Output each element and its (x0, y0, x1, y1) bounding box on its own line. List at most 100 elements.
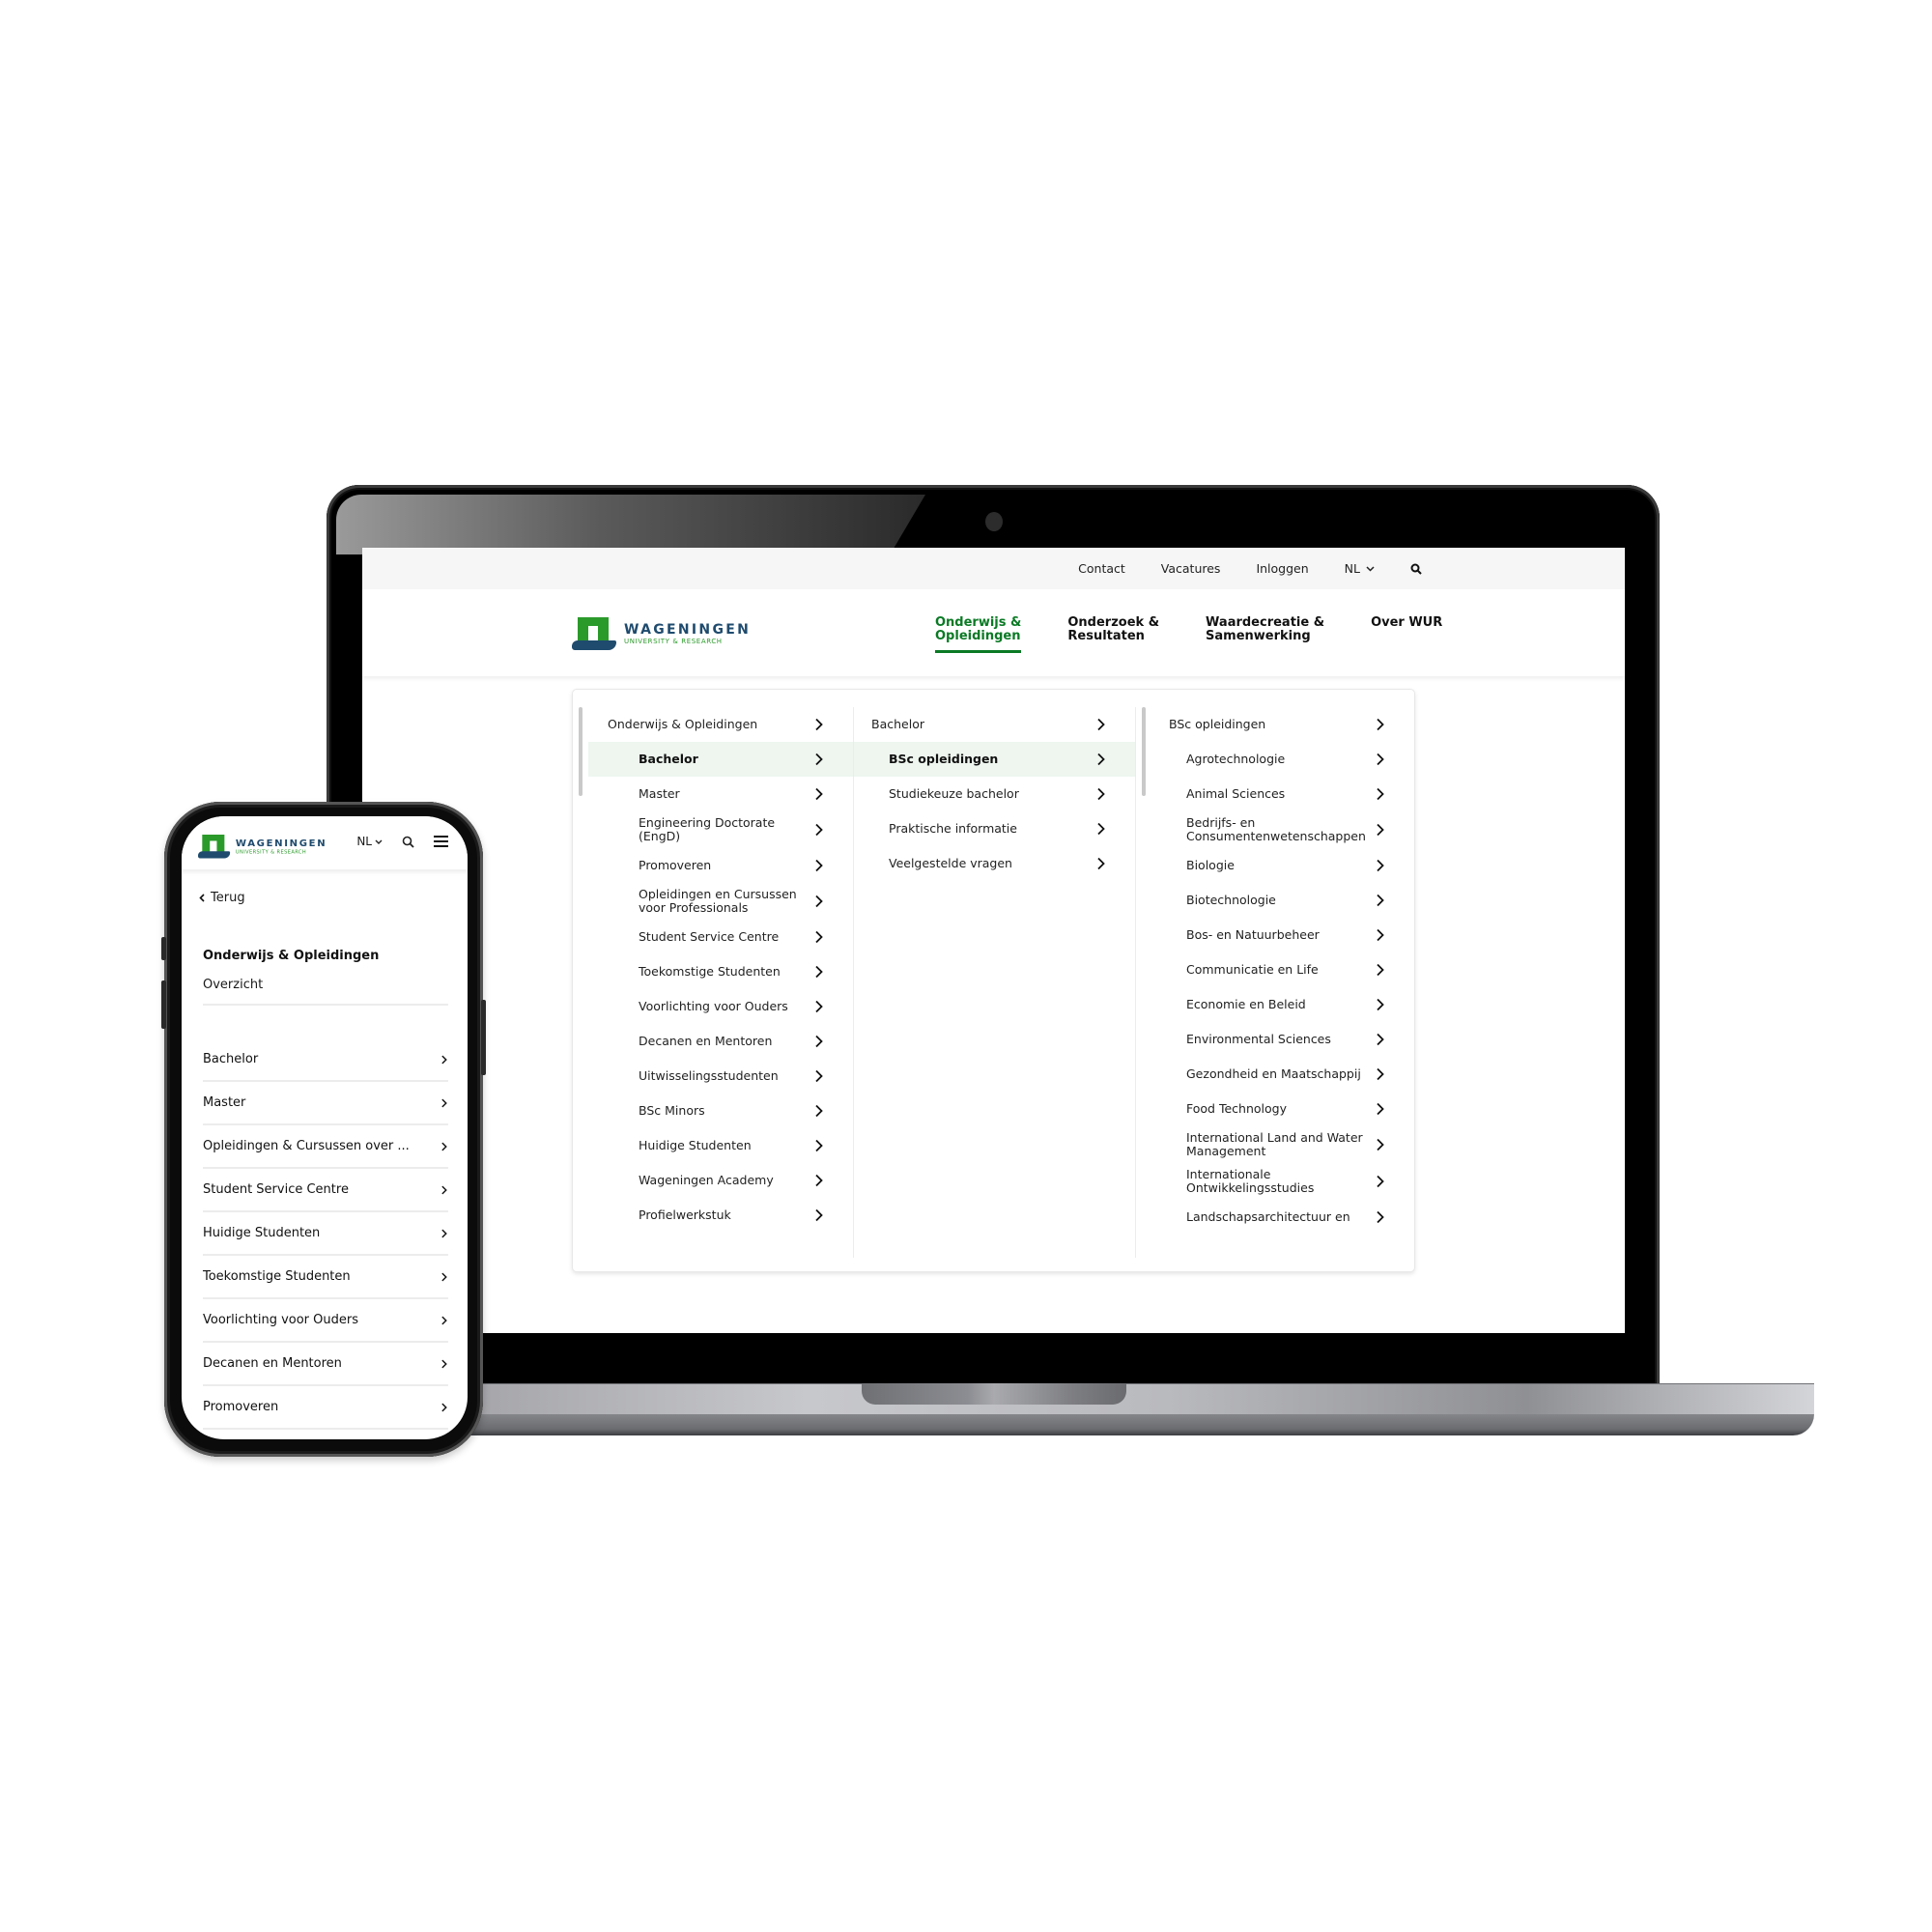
mega-menu-item[interactable]: Promoveren (588, 848, 853, 883)
mega-menu-item-label: Gezondheid en Maatschappij (1186, 1066, 1361, 1081)
mega-menu-item[interactable]: Decanen en Mentoren (588, 1024, 853, 1059)
overview-link[interactable]: Overzicht (203, 978, 448, 1006)
search-icon[interactable] (402, 836, 414, 848)
mega-menu-item-label: Bachelor (639, 752, 698, 766)
mega-menu-item[interactable]: BSc opleidingen (854, 742, 1135, 777)
nav-waardecreatie-samenwerking[interactable]: Waardecreatie & Samenwerking (1206, 616, 1324, 643)
mega-menu-item-label: Veelgestelde vragen (889, 856, 1012, 870)
mega-menu-item[interactable]: Biologie (1136, 848, 1414, 883)
mobile-website: WAGENINGEN UNIVERSITY & RESEARCH NL Teru… (182, 816, 468, 1439)
mega-menu-item[interactable]: Wageningen Academy (588, 1163, 853, 1198)
mega-menu-item[interactable]: Bos- en Natuurbeheer (1136, 918, 1414, 952)
mobile-menu-item[interactable]: Huidige Studenten (203, 1212, 448, 1256)
chevron-right-icon (815, 1174, 823, 1187)
mega-menu-item[interactable]: Praktische informatie (854, 811, 1135, 846)
wur-logo[interactable]: WAGENINGEN UNIVERSITY & RESEARCH (198, 835, 327, 860)
mega-menu-item[interactable]: Studiekeuze bachelor (854, 777, 1135, 811)
scrollbar[interactable] (1142, 707, 1146, 796)
mega-menu-item[interactable]: Student Service Centre (588, 920, 853, 954)
mega-menu-item[interactable]: Agrotechnologie (1136, 742, 1414, 777)
mega-menu-item-label: Biologie (1186, 858, 1235, 872)
main-nav: Onderwijs & Opleidingen Onderzoek & Resu… (935, 616, 1442, 653)
mega-menu-item-label: Economie en Beleid (1186, 997, 1306, 1011)
mega-menu-item[interactable]: Engineering Doctorate (EngD) (588, 811, 853, 848)
mobile-menu-item[interactable]: Master (203, 1082, 448, 1125)
mega-menu-item[interactable]: Communicatie en Life (1136, 952, 1414, 987)
mega-menu-item[interactable]: BSc Minors (588, 1094, 853, 1128)
chevron-right-icon (815, 787, 823, 801)
mega-menu-heading[interactable]: Onderwijs & Opleidingen (573, 707, 853, 742)
mega-menu-item[interactable]: Animal Sciences (1136, 777, 1414, 811)
chevron-right-icon (1097, 718, 1105, 731)
chevron-right-icon (441, 1229, 447, 1237)
mega-menu-item[interactable]: Huidige Studenten (588, 1128, 853, 1163)
scrollbar[interactable] (579, 707, 582, 796)
mega-menu-item[interactable]: Voorlichting voor Ouders (588, 989, 853, 1024)
mega-menu-item[interactable]: Uitwisselingsstudenten (588, 1059, 853, 1094)
language-label: NL (356, 835, 372, 848)
mobile-menu-item-label: Toekomstige Studenten (203, 1269, 351, 1284)
mega-menu-item-label: International Land and Water Management (1186, 1130, 1363, 1158)
mega-menu-item-label: Onderwijs & Opleidingen (608, 717, 758, 731)
mega-menu-item-label: Bos- en Natuurbeheer (1186, 927, 1320, 942)
utility-link-inloggen[interactable]: Inloggen (1256, 561, 1308, 576)
mobile-menu-item-label: Opleidingen & Cursussen over ... (203, 1139, 410, 1153)
mobile-menu-item[interactable]: Bachelor (203, 1038, 448, 1082)
utility-link-vacatures[interactable]: Vacatures (1161, 561, 1221, 576)
mega-menu-item[interactable]: Profielwerkstuk (588, 1198, 853, 1233)
mega-menu: Onderwijs & Opleidingen Bachelor Master Eng… (572, 689, 1415, 1272)
logo-tagline: UNIVERSITY & RESEARCH (624, 638, 723, 645)
mega-menu-item-label: Bachelor (871, 717, 924, 731)
mega-menu-item[interactable]: Food Technology (1136, 1092, 1414, 1126)
mega-menu-item[interactable]: International Land and Water Management (1136, 1126, 1414, 1163)
mobile-menu-item[interactable]: Promoveren (203, 1386, 448, 1430)
phone-device: WAGENINGEN UNIVERSITY & RESEARCH NL Teru… (161, 802, 486, 1457)
logo-wordmark: WAGENINGEN (235, 838, 327, 850)
utility-link-contact[interactable]: Contact (1078, 561, 1125, 576)
mega-menu-item[interactable]: Opleidingen en Cursussen voor Profession… (588, 883, 853, 920)
mobile-menu-item[interactable]: Toekomstige Studenten (203, 1256, 448, 1299)
search-icon[interactable] (1410, 563, 1422, 575)
language-selector[interactable]: NL (356, 835, 383, 848)
mega-menu-item[interactable]: Bedrijfs- en Consumentenwetenschappen (1136, 811, 1414, 848)
mega-menu-item[interactable]: Gezondheid en Maatschappij (1136, 1057, 1414, 1092)
mobile-menu-item[interactable]: Decanen en Mentoren (203, 1343, 448, 1386)
mega-menu-item-label: Uitwisselingsstudenten (639, 1068, 779, 1083)
chevron-right-icon (441, 1403, 447, 1411)
mega-menu-item-label: Student Service Centre (639, 929, 780, 944)
mobile-menu-item[interactable]: Opleidingen & Cursussen over ... (203, 1125, 448, 1169)
wur-logo[interactable]: WAGENINGEN UNIVERSITY & RESEARCH (572, 617, 751, 652)
mega-menu-item[interactable]: Economie en Beleid (1136, 987, 1414, 1022)
mega-menu-heading[interactable]: Bachelor (854, 707, 1135, 742)
mega-menu-item[interactable]: Toekomstige Studenten (588, 954, 853, 989)
nav-over-wur[interactable]: Over WUR (1371, 616, 1442, 643)
mega-menu-item-label: BSc opleidingen (1169, 717, 1266, 731)
mega-menu-item[interactable]: Internationale Ontwikkelingsstudies (1136, 1163, 1414, 1200)
phone-side-button (161, 980, 166, 1029)
chevron-right-icon (815, 1208, 823, 1222)
mega-menu-item[interactable]: Veelgestelde vragen (854, 846, 1135, 881)
mega-menu-item[interactable]: Environmental Sciences (1136, 1022, 1414, 1057)
mega-menu-item-label: Master (639, 786, 680, 801)
mobile-menu-item-label: Decanen en Mentoren (203, 1356, 342, 1371)
mega-menu-item[interactable]: Biotechnologie (1136, 883, 1414, 918)
mega-menu-item-label: Praktische informatie (889, 821, 1017, 836)
mega-menu-heading[interactable]: BSc opleidingen (1136, 707, 1414, 742)
back-button[interactable]: Terug (199, 891, 245, 905)
mobile-menu-item[interactable]: Student Service Centre (203, 1169, 448, 1212)
chevron-right-icon (1377, 753, 1384, 766)
mega-menu-item-label: BSc Minors (639, 1103, 705, 1118)
phone-side-button (161, 937, 166, 960)
mega-menu-item[interactable]: Landschapsarchitectuur en (1136, 1200, 1414, 1235)
nav-onderzoek-resultaten[interactable]: Onderzoek & Resultaten (1067, 616, 1159, 643)
mega-menu-item[interactable]: Bachelor (588, 742, 853, 777)
mobile-menu-item-label: Huidige Studenten (203, 1226, 321, 1240)
nav-onderwijs-opleidingen[interactable]: Onderwijs & Opleidingen (935, 616, 1022, 653)
mega-menu-item-label: Food Technology (1186, 1101, 1287, 1116)
hamburger-menu-icon[interactable] (434, 836, 448, 847)
mega-menu-item[interactable]: Master (588, 777, 853, 811)
chevron-right-icon (815, 1000, 823, 1013)
mobile-menu-item[interactable]: Voorlichting voor Ouders (203, 1299, 448, 1343)
webcam (985, 512, 1003, 531)
language-selector[interactable]: NL (1345, 561, 1375, 576)
